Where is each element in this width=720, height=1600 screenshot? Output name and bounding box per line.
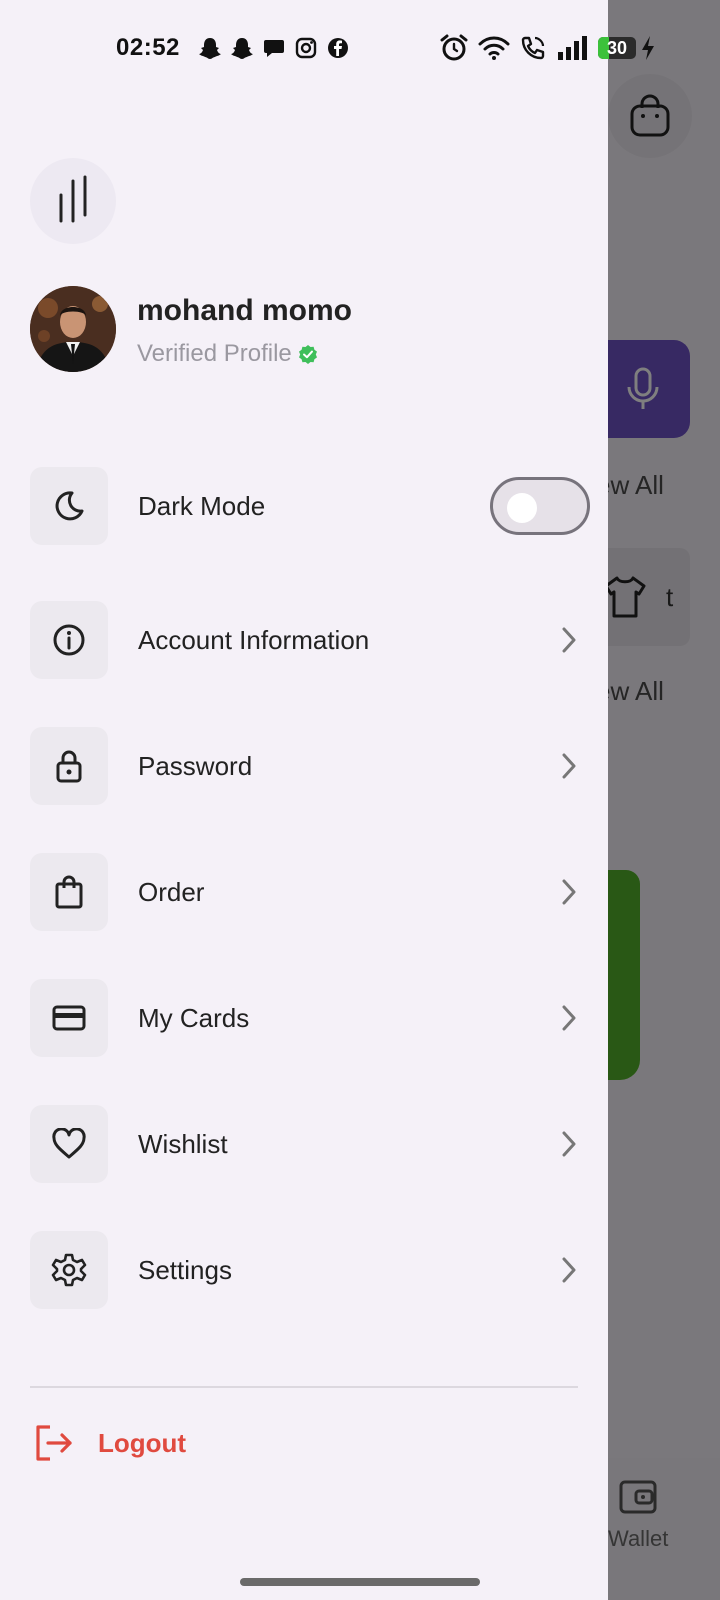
status-time: 02:52	[116, 34, 180, 61]
moon-icon	[55, 491, 84, 521]
menu-item-settings[interactable]: Settings	[30, 1230, 590, 1310]
menu-item-label: My Cards	[138, 1002, 250, 1033]
chevron-right-icon	[554, 1129, 584, 1159]
snapchat-icon	[231, 38, 253, 59]
battery-icon: 30	[598, 37, 636, 59]
charging-icon	[642, 36, 654, 60]
menu-item-account-information[interactable]: Account Information	[30, 600, 590, 680]
logout-icon	[36, 1425, 72, 1461]
menu-item-password[interactable]: Password	[30, 726, 590, 806]
signal-icon	[558, 36, 587, 60]
lock-icon	[56, 750, 82, 783]
profile-subtitle: Verified Profile	[137, 340, 318, 368]
messages-icon	[264, 40, 284, 57]
menu-button[interactable]	[30, 158, 116, 244]
snapchat-icon	[199, 38, 221, 59]
menu-item-order[interactable]: Order	[30, 852, 590, 932]
icon-box	[30, 853, 108, 931]
icon-box	[30, 1231, 108, 1309]
notification-icons	[198, 36, 350, 60]
menu-icon	[59, 175, 87, 223]
logout-label: Logout	[98, 1427, 187, 1458]
battery-level: 30	[606, 37, 628, 58]
chevron-right-icon	[554, 877, 584, 907]
profile-photo	[30, 286, 116, 372]
menu-item-my-cards[interactable]: My Cards	[30, 978, 590, 1058]
divider	[30, 1386, 578, 1388]
chevron-right-icon	[554, 1255, 584, 1285]
profile-name: mohand momo	[137, 294, 352, 327]
facebook-icon	[328, 38, 348, 58]
menu-item-wishlist[interactable]: Wishlist	[30, 1104, 590, 1184]
menu-item-label: Wishlist	[138, 1128, 228, 1159]
menu-item-label: Account Information	[138, 624, 370, 655]
info-icon	[53, 624, 85, 656]
verified-label: Verified Profile	[137, 340, 292, 367]
toggle-knob	[507, 493, 537, 523]
wifi-icon	[478, 36, 510, 60]
call-icon	[521, 36, 545, 60]
alarm-icon	[440, 34, 468, 61]
logout-button[interactable]: Logout	[34, 1424, 186, 1462]
heart-icon	[52, 1128, 86, 1159]
battery-indicator: 30	[598, 35, 656, 61]
chevron-right-icon	[554, 625, 584, 655]
system-icons: 30	[440, 34, 656, 62]
menu-item-label: Settings	[138, 1254, 232, 1285]
icon-box	[30, 727, 108, 805]
dark-mode-toggle[interactable]	[490, 477, 590, 535]
dark-mode-label: Dark Mode	[138, 490, 266, 521]
chevron-right-icon	[554, 751, 584, 781]
navigation-drawer: mohand momo Verified Profile Dark Mode A…	[0, 0, 608, 1600]
home-indicator[interactable]	[240, 1578, 480, 1586]
instagram-icon	[295, 37, 317, 59]
credit-card-icon	[52, 1005, 86, 1031]
icon-box	[30, 601, 108, 679]
menu-item-label: Order	[138, 876, 205, 907]
status-bar: 02:52 30	[0, 0, 720, 96]
chevron-right-icon	[554, 1003, 584, 1033]
icon-box	[30, 979, 108, 1057]
menu-item-label: Password	[138, 750, 253, 781]
gear-icon	[51, 1253, 87, 1287]
icon-box	[30, 1105, 108, 1183]
dark-mode-row[interactable]: Dark Mode	[30, 466, 590, 546]
shopping-bag-icon	[55, 875, 83, 909]
verified-badge-icon	[298, 345, 317, 364]
moon-icon-box	[30, 467, 108, 545]
avatar[interactable]	[30, 286, 116, 372]
